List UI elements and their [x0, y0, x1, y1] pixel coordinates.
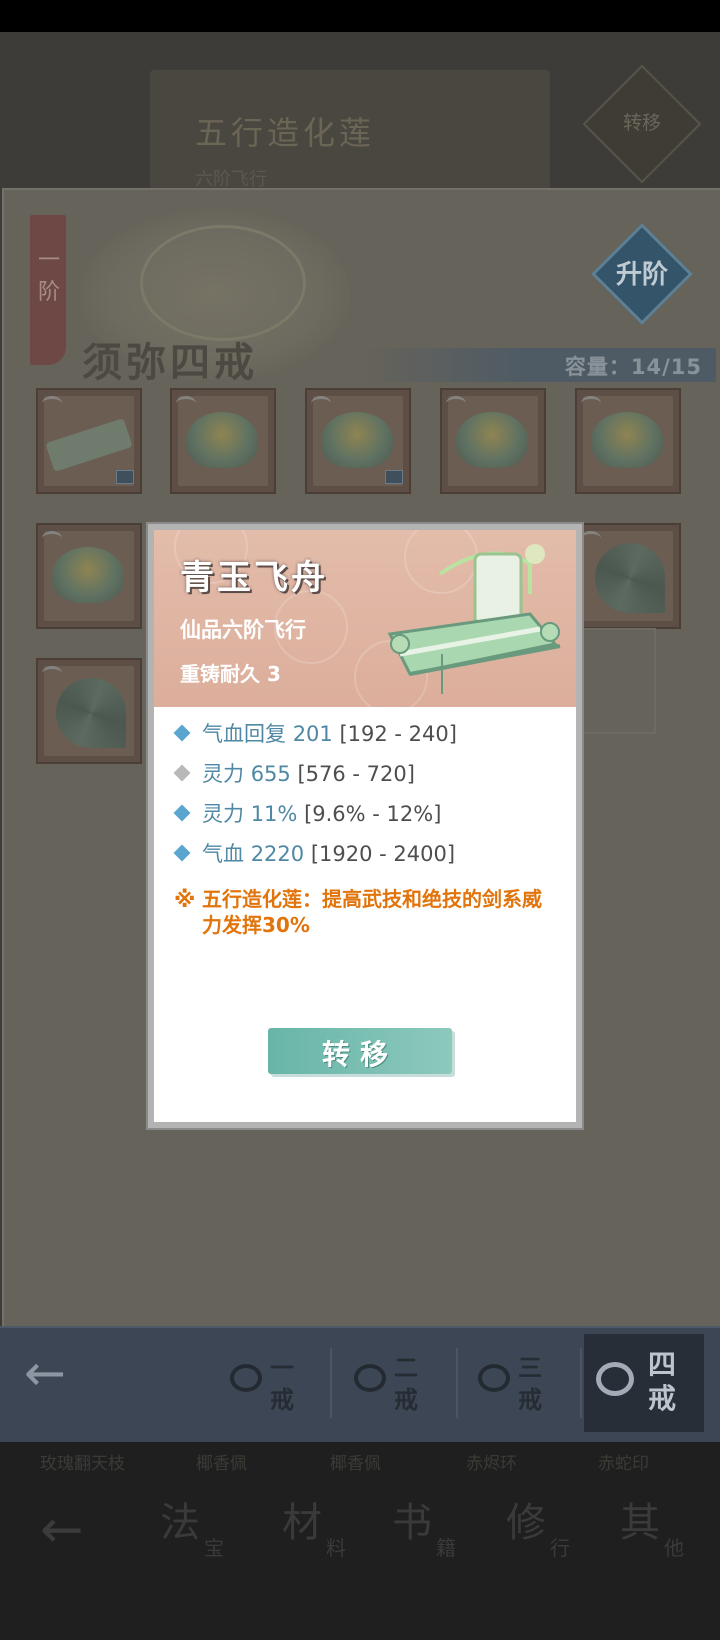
inventory-slot[interactable] [36, 388, 142, 494]
tab-ring-1[interactable]: 一戒 [214, 1334, 334, 1432]
stat-diamond-icon [173, 764, 191, 782]
equipped-badge-icon [116, 470, 134, 484]
ring-artwork-swirl [140, 225, 306, 341]
stat-range: [576 - 720] [297, 762, 415, 786]
flying-boat-icon [387, 544, 561, 694]
background-item-name: 椰香佩 [196, 1454, 247, 1474]
background-back-arrow-icon: ← [40, 1500, 84, 1560]
background-tab-other-sub: 他 [664, 1536, 684, 1560]
wing-icon [581, 396, 601, 411]
wing-icon [42, 396, 62, 411]
ring-icon [230, 1364, 262, 1392]
stat-row: 气血 2220 [1920 - 2400] [173, 838, 456, 868]
ring-tab-label: 一戒 [270, 1353, 294, 1414]
background-tab-treasure-sub: 宝 [204, 1536, 224, 1560]
background-item-name: 玫瑰翻天枝 [40, 1454, 125, 1474]
ring-icon [478, 1364, 510, 1392]
ring-icon [596, 1362, 634, 1396]
wing-icon [446, 396, 466, 411]
background-tab-books: 书 [392, 1500, 432, 1546]
tab-ring-2[interactable]: 二戒 [338, 1334, 458, 1432]
item-tier: 仙品六阶飞行 [180, 618, 306, 642]
inventory-slot[interactable] [440, 388, 546, 494]
capacity-label: 容量：14/15 [564, 355, 702, 379]
transfer-button-label[interactable]: 转移 [268, 1033, 452, 1073]
tier-label: 一阶 [38, 248, 61, 305]
background-title: 五行造化莲 [195, 114, 376, 152]
background-tab-other: 其 [620, 1500, 660, 1546]
background-tab-materials: 材 [282, 1500, 322, 1546]
background-tab-materials-sub: 料 [326, 1536, 346, 1560]
lotus-icon [456, 412, 528, 468]
ring-tab-label: 二戒 [394, 1353, 418, 1414]
inventory-slot[interactable] [36, 658, 142, 764]
inventory-slot[interactable] [36, 523, 142, 629]
wing-icon [581, 531, 601, 546]
stat-name: 灵力 [202, 802, 244, 826]
stat-range: [192 - 240] [339, 722, 457, 746]
ring-icon [354, 1364, 386, 1392]
inventory-slot[interactable] [575, 523, 681, 629]
stat-diamond-icon [173, 804, 191, 822]
lotus-icon [52, 547, 124, 603]
stat-value: 655 [250, 762, 291, 786]
fan-icon [595, 543, 665, 613]
lotus-icon [591, 412, 663, 468]
background-item-name: 椰香佩 [330, 1454, 381, 1474]
background-transfer-label: 转移 [622, 112, 661, 134]
wing-icon [311, 396, 331, 411]
equipped-badge-icon [385, 470, 403, 484]
lotus-icon [186, 412, 258, 468]
stat-range: [9.6% - 12%] [304, 802, 442, 826]
lotus-icon [321, 412, 393, 468]
stat-name: 灵力 [202, 762, 244, 786]
background-tab-books-sub: 籍 [436, 1536, 456, 1560]
upgrade-button-label[interactable]: 升阶 [602, 254, 682, 291]
wing-icon [42, 666, 62, 681]
ring-tab-label: 三戒 [518, 1353, 542, 1414]
inventory-slot[interactable] [170, 388, 276, 494]
stat-range: [1920 - 2400] [310, 842, 456, 866]
stat-name: 气血回复 [202, 722, 286, 746]
wing-icon [176, 396, 196, 411]
ring-title: 须弥四戒 [82, 339, 258, 386]
stat-row: 气血回复 201 [192 - 240] [173, 718, 457, 748]
wing-icon [42, 531, 62, 546]
stat-row: 灵力 655 [576 - 720] [173, 758, 415, 788]
item-name: 青玉飞舟 [180, 558, 328, 598]
tab-ring-3[interactable]: 三戒 [462, 1334, 582, 1432]
back-arrow-icon[interactable]: ← [24, 1348, 66, 1398]
stat-diamond-icon [173, 844, 191, 862]
stat-row: 灵力 11% [9.6% - 12%] [173, 798, 442, 828]
stat-value: 201 [292, 722, 333, 746]
background-item-name: 赤蛇印 [598, 1454, 649, 1474]
status-bar [0, 0, 720, 32]
background-tab-training: 修 [506, 1500, 546, 1546]
background-tab-treasure: 法 [160, 1500, 200, 1546]
stat-diamond-icon [173, 724, 191, 742]
stat-name: 气血 [202, 842, 244, 866]
set-effect-icon: ※ [174, 888, 196, 913]
item-durability: 重铸耐久 3 [180, 662, 281, 686]
background-tab-training-sub: 行 [550, 1536, 570, 1560]
background-item-name: 赤烬环 [466, 1454, 517, 1474]
tab-ring-4[interactable]: 四戒 [584, 1334, 704, 1432]
set-effect-text: 五行造化莲：提高武技和绝技的剑系威力发挥30% [202, 887, 542, 937]
stat-value: 11% [250, 802, 298, 826]
ring-tab-label: 四戒 [648, 1348, 677, 1415]
inventory-slot[interactable] [305, 388, 411, 494]
inventory-slot[interactable] [575, 388, 681, 494]
stat-value: 2220 [250, 842, 305, 866]
fan-icon [56, 678, 126, 748]
